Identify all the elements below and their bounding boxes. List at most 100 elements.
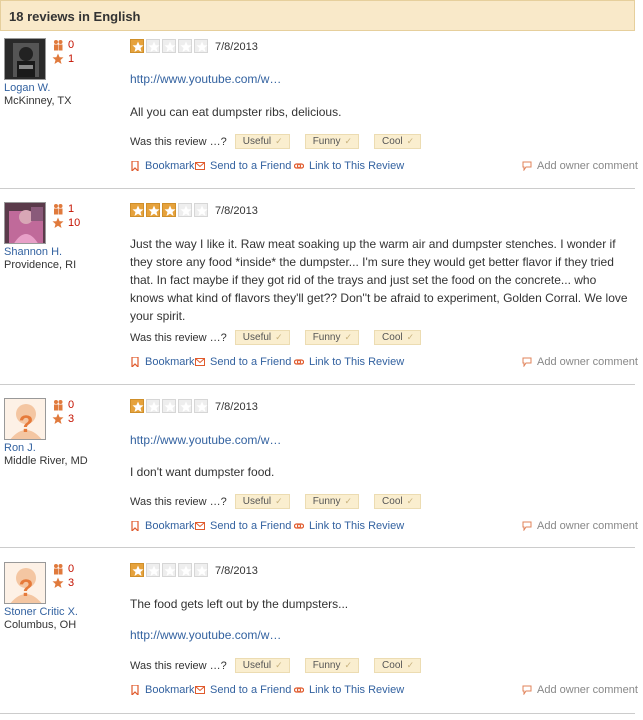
vote-question: Was this review …?	[130, 495, 227, 508]
link-to-review-link[interactable]: Link to This Review	[293, 356, 404, 368]
link-label: Link to This Review	[309, 160, 405, 172]
envelope-icon	[195, 161, 205, 171]
bookmark-label: Bookmark	[145, 684, 195, 696]
bookmark-link[interactable]: Bookmark	[130, 520, 195, 533]
funny-button[interactable]: Funny ✓	[304, 494, 360, 509]
funny-button[interactable]: Funny ✓	[304, 134, 360, 149]
check-icon: ✓	[344, 332, 353, 342]
link-to-review-link[interactable]: Link to This Review	[293, 520, 404, 532]
review-count: 3	[68, 577, 75, 589]
review-count: 3	[68, 413, 75, 425]
funny-label: Funny	[312, 660, 341, 671]
bookmark-link[interactable]: Bookmark	[130, 356, 195, 369]
review-date: 7/8/2013	[215, 41, 258, 53]
bookmark-icon	[130, 684, 140, 697]
useful-label: Useful	[242, 332, 272, 343]
send-to-friend-link[interactable]: Send to a Friend	[195, 520, 291, 532]
user-location: Providence, RI	[4, 259, 77, 271]
funny-button[interactable]: Funny ✓	[304, 330, 360, 345]
vote-row: Was this review …? Useful ✓ Funny ✓ Cool ✓	[130, 494, 436, 509]
link-to-review-link[interactable]: Link to This Review	[293, 684, 405, 696]
cool-label: Cool	[382, 332, 403, 343]
check-icon: ✓	[406, 660, 415, 670]
avatar[interactable]	[4, 38, 46, 80]
friends-icon	[52, 399, 64, 411]
send-label: Send to a Friend	[210, 356, 292, 368]
cool-button[interactable]: Cool ✓	[374, 330, 422, 345]
user-stats: 0 3	[52, 398, 74, 426]
review-text: Just the way I like it. Raw meat soaking…	[130, 237, 628, 323]
useful-button[interactable]: Useful ✓	[234, 658, 290, 673]
star-icon	[146, 39, 160, 53]
comment-icon	[522, 161, 532, 172]
bookmark-label: Bookmark	[145, 356, 195, 368]
owner-label: Add owner comment	[537, 520, 638, 532]
star-icon	[130, 563, 144, 577]
review-text: I don't want dumpster food.	[130, 465, 275, 479]
review-link[interactable]: http://www.youtube.com/w…	[130, 431, 630, 449]
review-item: ? 0 3 Stoner Critic X. Columbus, OH 7/8/…	[0, 562, 638, 712]
review-date: 7/8/2013	[215, 401, 258, 413]
vote-row: Was this review …? Useful ✓ Funny ✓ Cool ✓	[130, 134, 436, 149]
rating-stars	[130, 563, 208, 577]
reviews-header-title: 18 reviews in English	[9, 9, 141, 24]
cool-button[interactable]: Cool ✓	[374, 658, 422, 673]
user-name-link[interactable]: Shannon H.	[4, 246, 62, 258]
friends-icon	[52, 203, 64, 215]
avatar[interactable]: ?	[4, 398, 46, 440]
star-icon	[130, 203, 144, 217]
send-to-friend-link[interactable]: Send to a Friend	[195, 160, 291, 172]
send-label: Send to a Friend	[210, 520, 292, 532]
owner-label: Add owner comment	[537, 356, 638, 368]
review-link[interactable]: http://www.youtube.com/w…	[130, 626, 630, 644]
add-owner-comment-link[interactable]: Add owner comment	[522, 520, 638, 532]
link-icon	[293, 521, 305, 531]
avatar[interactable]: ?	[4, 562, 46, 604]
check-icon: ✓	[275, 660, 283, 670]
star-icon	[194, 203, 208, 217]
useful-button[interactable]: Useful ✓	[234, 134, 290, 149]
link-to-review-link[interactable]: Link to This Review	[293, 160, 405, 172]
review-count-star-icon	[52, 577, 64, 589]
rating-stars	[130, 203, 208, 217]
cool-label: Cool	[382, 496, 403, 507]
cool-button[interactable]: Cool ✓	[374, 494, 422, 509]
add-owner-comment-link[interactable]: Add owner comment	[522, 684, 638, 696]
cool-button[interactable]: Cool ✓	[374, 134, 422, 149]
comment-icon	[522, 357, 532, 368]
review-item: ? 0 3 Ron J. Middle River, MD 7/8/2013 h…	[0, 398, 638, 538]
user-name-link[interactable]: Logan W.	[4, 82, 50, 94]
comment-icon	[522, 685, 532, 696]
review-text: All you can eat dumpster ribs, delicious…	[130, 105, 342, 119]
add-owner-comment-link[interactable]: Add owner comment	[522, 356, 638, 368]
review-link[interactable]: http://www.youtube.com/w…	[130, 70, 630, 88]
star-icon	[146, 203, 160, 217]
bookmark-icon	[130, 520, 140, 533]
send-to-friend-link[interactable]: Send to a Friend	[195, 684, 291, 696]
star-icon	[178, 563, 192, 577]
useful-button[interactable]: Useful ✓	[234, 494, 290, 509]
check-icon: ✓	[275, 332, 283, 342]
vote-row: Was this review …? Useful ✓ Funny ✓ Cool ✓	[130, 330, 436, 345]
user-location: McKinney, TX	[4, 95, 72, 107]
useful-button[interactable]: Useful ✓	[234, 330, 290, 345]
bookmark-link[interactable]: Bookmark	[130, 684, 195, 697]
user-name-link[interactable]: Stoner Critic X.	[4, 606, 78, 618]
envelope-icon	[195, 521, 205, 531]
user-location: Middle River, MD	[4, 455, 88, 467]
user-name-link[interactable]: Ron J.	[4, 442, 36, 454]
star-icon	[162, 563, 176, 577]
bookmark-link[interactable]: Bookmark	[130, 160, 195, 173]
link-label: Link to This Review	[309, 684, 405, 696]
user-location: Columbus, OH	[4, 619, 77, 631]
avatar[interactable]	[4, 202, 46, 244]
bookmark-icon	[130, 356, 140, 369]
reviews-header: 18 reviews in English	[0, 0, 635, 31]
star-icon	[130, 39, 144, 53]
divider	[0, 384, 635, 385]
default-user-silhouette-icon: ?	[5, 399, 45, 439]
bookmark-label: Bookmark	[145, 160, 195, 172]
add-owner-comment-link[interactable]: Add owner comment	[522, 160, 638, 172]
send-to-friend-link[interactable]: Send to a Friend	[195, 356, 291, 368]
funny-button[interactable]: Funny ✓	[304, 658, 360, 673]
